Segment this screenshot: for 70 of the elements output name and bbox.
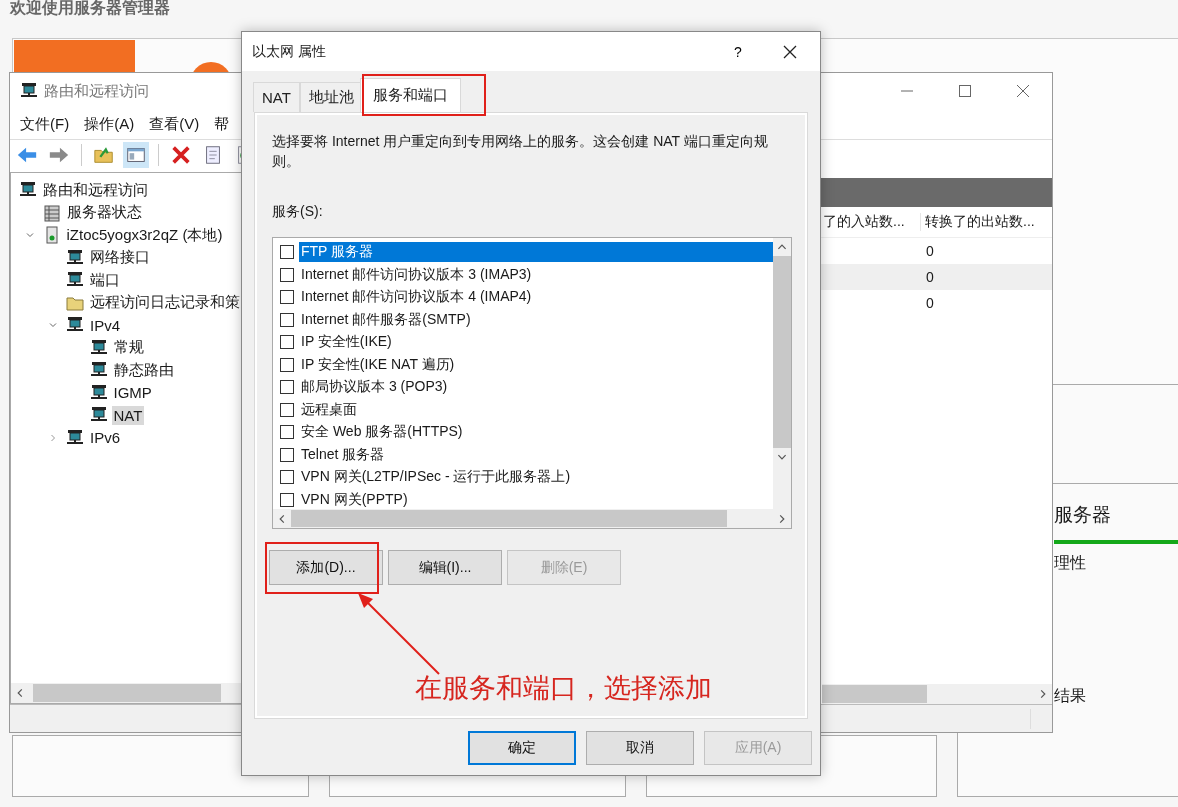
checkbox[interactable]	[280, 425, 294, 440]
tree-item[interactable]: 端口	[88, 269, 122, 291]
tree-item[interactable]: IGMP	[111, 383, 154, 403]
list-item[interactable]: 远程桌面	[299, 399, 773, 420]
tree-item[interactable]: 远程访问日志记录和策	[88, 292, 242, 314]
network-icon	[66, 248, 84, 267]
dialog-button[interactable]: 取消	[586, 731, 694, 765]
tab[interactable]: 地址池	[299, 82, 363, 112]
checkbox[interactable]	[280, 312, 294, 327]
tree-item[interactable]: NAT	[111, 405, 145, 425]
tile-link[interactable]: 结果	[1054, 686, 1178, 707]
checkbox[interactable]	[280, 447, 294, 462]
tree-item[interactable]: iZtoc5yogx3r2qZ (本地)	[64, 224, 225, 246]
list-item[interactable]: VPN 网关(L2TP/IPSec - 运行于此服务器上)	[299, 467, 773, 488]
list-item[interactable]: IP 安全性(IKE NAT 遍历)	[299, 354, 773, 375]
tile-link[interactable]: 理性	[1054, 553, 1178, 574]
action-button[interactable]: 添加(D)...	[269, 550, 383, 585]
tree-item[interactable]: 网络接口	[88, 247, 152, 269]
menu-item[interactable]: 帮	[207, 112, 237, 136]
tab[interactable]: 服务和端口	[359, 78, 461, 112]
column-header[interactable]: 转换了的出站数...	[920, 213, 1052, 231]
tab[interactable]: NAT	[253, 82, 300, 112]
checkbox[interactable]	[280, 380, 294, 395]
list-item[interactable]: 邮局协议版本 3 (POP3)	[299, 377, 773, 398]
scrollbar[interactable]	[11, 683, 243, 703]
tree-item[interactable]: IPv4	[88, 315, 122, 335]
list-item[interactable]: Internet 邮件访问协议版本 3 (IMAP3)	[299, 264, 773, 285]
menu-item[interactable]: 操作(A)	[77, 112, 142, 136]
panel-icon[interactable]	[123, 142, 149, 168]
action-button[interactable]: 编辑(I)...	[388, 550, 502, 585]
scrollbar[interactable]	[822, 684, 1052, 704]
checkbox[interactable]	[280, 402, 294, 417]
menu-item[interactable]: 文件(F)	[13, 112, 77, 136]
checkbox[interactable]	[280, 470, 294, 485]
tree-item[interactable]: 静态路由	[111, 359, 176, 381]
scrollbar[interactable]	[773, 238, 791, 509]
list-item[interactable]: Telnet 服务器	[299, 444, 773, 465]
list-item[interactable]: VPN 网关(PPTP)	[299, 489, 773, 509]
tree-item[interactable]: 路由和远程访问	[41, 179, 150, 201]
checkbox[interactable]	[280, 290, 294, 305]
network-icon	[20, 82, 38, 100]
annotation-text: 在服务和端口，选择添加	[415, 672, 712, 705]
checkbox[interactable]	[280, 335, 294, 350]
menu-item[interactable]: 查看(V)	[142, 112, 207, 136]
network-icon	[89, 338, 108, 357]
checkbox[interactable]	[280, 492, 294, 507]
list-item[interactable]: 安全 Web 服务器(HTTPS)	[299, 422, 773, 443]
services-list[interactable]	[272, 237, 792, 529]
network-icon	[89, 383, 108, 402]
checkbox[interactable]	[280, 245, 294, 260]
list-item[interactable]: IP 安全性(IKE)	[299, 332, 773, 353]
tree-item[interactable]: IPv6	[88, 428, 122, 448]
description-text: 选择要将 Internet 用户重定向到专用网络上的服务。这会创建 NAT 端口重定向规则。	[272, 132, 769, 171]
dialog-button[interactable]: 确定	[468, 731, 576, 765]
server-icon	[42, 203, 61, 222]
network-icon	[66, 428, 84, 447]
tile-title: 服务器	[1054, 503, 1112, 527]
list-item[interactable]: Internet 邮件服务器(SMTP)	[299, 309, 773, 330]
dialog-title: 以太网 属性	[252, 42, 326, 61]
tree-item[interactable]: 常规	[111, 337, 146, 359]
table-cell-text: 0	[925, 269, 935, 285]
checkbox[interactable]	[280, 357, 294, 372]
tree-item[interactable]: 服务器状态	[64, 202, 144, 224]
list-label: 服务(S):	[272, 203, 324, 221]
list-item[interactable]: FTP 服务器	[299, 242, 773, 263]
help-button[interactable]: ?	[723, 43, 753, 60]
window-title: 路由和远程访问	[44, 81, 149, 101]
list-item[interactable]: Internet 邮件访问协议版本 4 (IMAP4)	[299, 287, 773, 308]
scrollbar[interactable]	[273, 509, 791, 528]
checkbox[interactable]	[280, 267, 294, 282]
